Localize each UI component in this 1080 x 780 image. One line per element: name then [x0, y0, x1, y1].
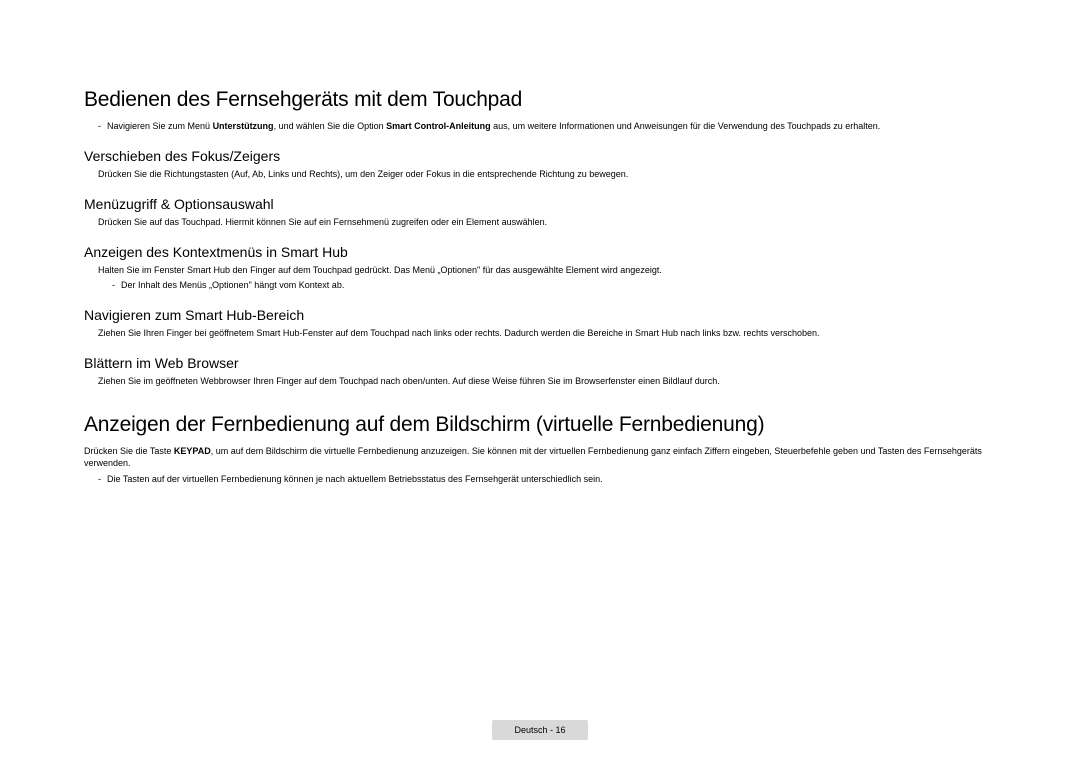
text-fragment: aus, um weitere Informationen und Anweis… — [491, 121, 881, 131]
page-footer: Deutsch - 16 — [0, 720, 1080, 740]
paragraph-1: Drücken Sie die Richtungstasten (Auf, Ab… — [98, 168, 996, 180]
subheading-2: Menüzugriff & Optionsauswahl — [84, 196, 996, 212]
subheading-5: Blättern im Web Browser — [84, 355, 996, 371]
subheading-3: Anzeigen des Kontextmenüs in Smart Hub — [84, 244, 996, 260]
text-fragment: , und wählen Sie die Option — [274, 121, 387, 131]
page-number: Deutsch - 16 — [492, 720, 587, 740]
text-fragment: Navigieren Sie zum Menü — [107, 121, 213, 131]
heading-main-2: Anzeigen der Fernbedienung auf dem Bilds… — [84, 413, 996, 437]
subheading-1: Verschieben des Fokus/Zeigers — [84, 148, 996, 164]
paragraph-main-2: Drücken Sie die Taste KEYPAD, um auf dem… — [84, 445, 996, 469]
subheading-4: Navigieren zum Smart Hub-Bereich — [84, 307, 996, 323]
text-fragment: , um auf dem Bildschirm die virtuelle Fe… — [84, 446, 982, 468]
intro-bullet-1: - Navigieren Sie zum Menü Unterstützung,… — [84, 120, 996, 132]
paragraph-2: Drücken Sie auf das Touchpad. Hiermit kö… — [98, 216, 996, 228]
sub-bullet-3: - Der Inhalt des Menüs „Optionen" hängt … — [84, 279, 996, 291]
paragraph-3: Halten Sie im Fenster Smart Hub den Fing… — [98, 264, 996, 276]
text-fragment: Drücken Sie die Taste — [84, 446, 174, 456]
sub-text-3: Der Inhalt des Menüs „Optionen" hängt vo… — [121, 279, 344, 291]
text-bold: KEYPAD — [174, 446, 211, 456]
dash-icon: - — [98, 120, 101, 132]
paragraph-4: Ziehen Sie Ihren Finger bei geöffnetem S… — [98, 327, 996, 339]
text-bold: Smart Control-Anleitung — [386, 121, 491, 131]
heading-main-1: Bedienen des Fernsehgeräts mit dem Touch… — [84, 88, 996, 112]
paragraph-5: Ziehen Sie im geöffneten Webbrowser Ihre… — [98, 375, 996, 387]
text-bold: Unterstützung — [213, 121, 274, 131]
dash-icon: - — [112, 279, 115, 291]
intro-text-1: Navigieren Sie zum Menü Unterstützung, u… — [107, 120, 996, 132]
sub-bullet-main-2: - Die Tasten auf der virtuellen Fernbedi… — [84, 473, 996, 485]
dash-icon: - — [98, 473, 101, 485]
sub-text-main-2: Die Tasten auf der virtuellen Fernbedien… — [107, 473, 603, 485]
